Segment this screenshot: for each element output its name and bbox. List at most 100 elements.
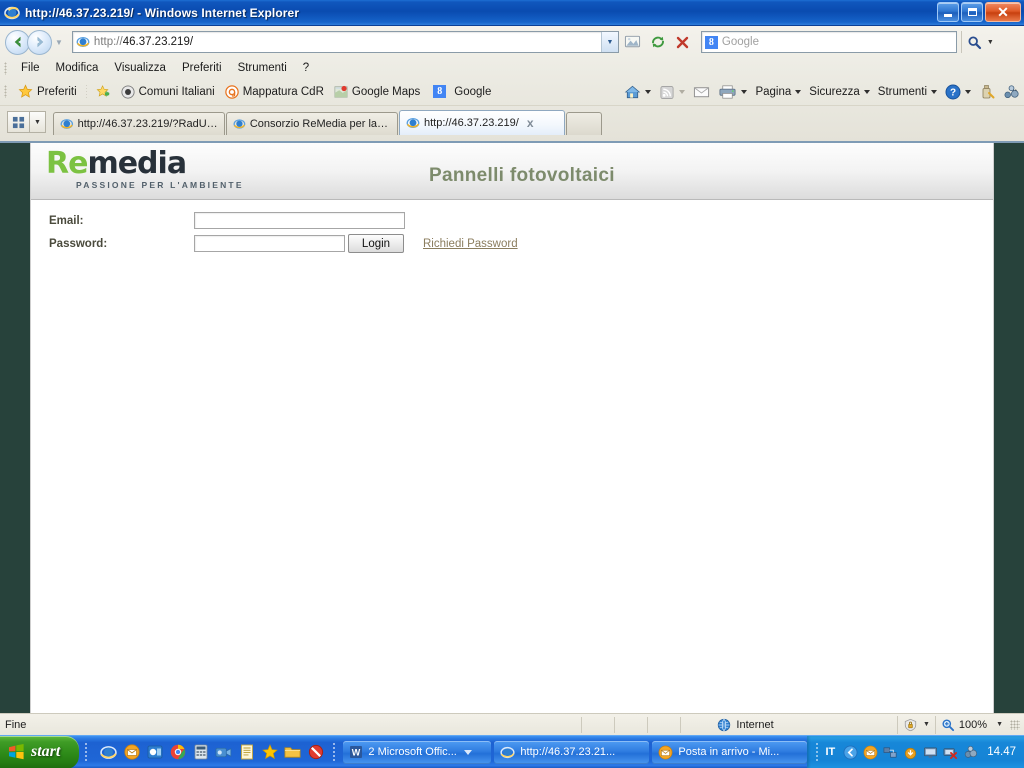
home-caret-icon[interactable] [645, 90, 652, 94]
address-bar[interactable]: http://46.37.23.219/ ▼ [71, 31, 619, 53]
circle-icon [121, 84, 135, 99]
tab-label: http://46.37.23.219/ [424, 117, 519, 129]
forward-button[interactable] [27, 29, 52, 55]
extra-component-button[interactable] [999, 82, 1024, 102]
tab-1[interactable]: http://46.37.23.219/?RadUri... [53, 112, 225, 135]
ql-block-icon[interactable] [306, 743, 325, 762]
bottle-icon [982, 85, 995, 99]
search-button[interactable]: ▼ [960, 31, 994, 53]
stop-button[interactable] [672, 31, 694, 53]
ql-camera-icon[interactable] [214, 743, 233, 762]
ql-calculator-icon[interactable] [191, 743, 210, 762]
menu-item-strumenti[interactable]: Strumenti [230, 60, 295, 76]
tab-strip: http://46.37.23.219/?RadUri... Consorzio… [53, 110, 603, 135]
tray-network-icon[interactable] [882, 744, 898, 760]
tray-monitor-icon[interactable] [922, 744, 938, 760]
favorite-google[interactable]: 8 Google [425, 84, 496, 99]
close-tab-icon[interactable]: x [527, 116, 534, 130]
maximize-restore-button[interactable] [961, 2, 983, 22]
address-dropdown-icon[interactable]: ▼ [600, 32, 618, 52]
tray-shield-icon[interactable] [962, 744, 978, 760]
menu-bar: File Modifica Visualizza Preferiti Strum… [0, 58, 1024, 78]
mail-button[interactable] [689, 83, 714, 101]
tray-network-error-icon[interactable] [942, 744, 958, 760]
ql-chrome-icon[interactable] [168, 743, 187, 762]
tray-mail-icon[interactable] [862, 744, 878, 760]
logo-wordmark: Remedia [46, 149, 244, 179]
search-input[interactable]: Google [722, 36, 759, 48]
tab-2[interactable]: Consorzio ReMedia per la Ge... [226, 112, 398, 135]
language-indicator[interactable]: IT [825, 746, 835, 758]
start-button[interactable]: start [0, 735, 80, 768]
feeds-button[interactable] [655, 83, 689, 102]
password-input[interactable] [194, 235, 345, 252]
resize-grip[interactable] [1010, 719, 1020, 730]
menu-item-file[interactable]: File [13, 60, 48, 76]
command-strumenti[interactable]: Strumenti [874, 84, 941, 100]
google-icon: 8 [704, 35, 718, 49]
command-label: Pagina [755, 86, 792, 98]
pagina-caret-icon[interactable] [795, 90, 802, 94]
tray-clock[interactable]: 14.47 [987, 746, 1016, 758]
navigation-buttons: ▼ [5, 29, 63, 55]
menu-item-preferiti[interactable]: Preferiti [174, 60, 230, 76]
command-pagina[interactable]: Pagina [751, 84, 805, 100]
compatibility-view-button[interactable] [622, 31, 644, 53]
zoom-caret-icon[interactable]: ▼ [996, 721, 1003, 728]
globe-icon [718, 718, 731, 731]
tab-list-button[interactable]: ▼ [30, 111, 46, 133]
minimize-button[interactable] [937, 2, 959, 22]
request-password-link[interactable]: Richiedi Password [423, 238, 518, 250]
new-tab-button[interactable] [566, 112, 602, 135]
search-box[interactable]: 8 Google [700, 31, 957, 53]
show-hidden-icons-button[interactable] [842, 744, 858, 760]
extra-tool-button[interactable] [975, 82, 999, 102]
tray-update-icon[interactable] [902, 744, 918, 760]
home-button[interactable] [620, 82, 655, 102]
quick-tabs-button[interactable] [7, 111, 30, 133]
task-group-caret-icon[interactable] [463, 749, 472, 755]
favorite-google-maps[interactable]: Google Maps [329, 84, 425, 100]
ql-ie-icon[interactable] [99, 743, 118, 762]
protected-mode-caret-icon[interactable]: ▼ [923, 721, 930, 728]
menu-item-modifica[interactable]: Modifica [48, 60, 107, 76]
tab-3-active[interactable]: http://46.37.23.219/ x [399, 110, 565, 135]
command-sicurezza[interactable]: Sicurezza [805, 84, 874, 100]
strumenti-caret-icon[interactable] [931, 90, 937, 94]
ql-outlook-icon[interactable] [145, 743, 164, 762]
task-button-mail[interactable]: Posta in arrivo - Mi... [652, 740, 808, 764]
menu-item-visualizza[interactable]: Visualizza [106, 60, 174, 76]
add-to-favorites-button[interactable] [91, 83, 116, 100]
printer-icon [719, 85, 736, 99]
ql-folder-icon[interactable] [283, 743, 302, 762]
task-button-ie[interactable]: http://46.37.23.21... [494, 740, 650, 764]
page-content: Remedia PASSIONE PER L'AMBIENTE Pannelli… [30, 143, 994, 713]
help-button[interactable]: ? [941, 82, 975, 102]
ql-mail-icon[interactable] [122, 743, 141, 762]
command-bar: Pagina Sicurezza Strumenti ? [620, 78, 1024, 106]
close-button[interactable]: ✕ [985, 2, 1021, 22]
security-zone[interactable]: Internet [717, 718, 774, 732]
task-label: http://46.37.23.21... [520, 746, 616, 758]
help-caret-icon[interactable] [965, 90, 971, 94]
menu-item-help[interactable]: ? [295, 60, 317, 76]
recent-pages-dropdown-icon[interactable]: ▼ [55, 38, 63, 47]
task-button-office[interactable]: W 2 Microsoft Offic... [343, 740, 492, 764]
favorite-mappatura-cdr[interactable]: Mappatura CdR [220, 84, 329, 100]
search-options-caret-icon[interactable]: ▼ [987, 39, 994, 46]
ql-star-icon[interactable] [260, 743, 279, 762]
login-button[interactable]: Login [348, 234, 404, 253]
ie-icon [233, 119, 246, 129]
remedia-logo: Remedia PASSIONE PER L'AMBIENTE [46, 149, 244, 191]
protected-mode-indicator[interactable]: ▼ [896, 715, 935, 734]
print-caret-icon[interactable] [741, 90, 748, 94]
sicurezza-caret-icon[interactable] [863, 90, 870, 94]
favorites-center-button[interactable]: Preferiti [13, 83, 82, 100]
zoom-control[interactable]: 100% ▼ [934, 715, 1008, 734]
email-input[interactable] [194, 212, 405, 229]
favorite-comuni-italiani[interactable]: Comuni Italiani [116, 84, 220, 100]
refresh-button[interactable] [647, 31, 669, 53]
ql-notepad-icon[interactable] [237, 743, 256, 762]
print-button[interactable] [714, 82, 751, 102]
feeds-caret-icon[interactable] [679, 90, 686, 94]
